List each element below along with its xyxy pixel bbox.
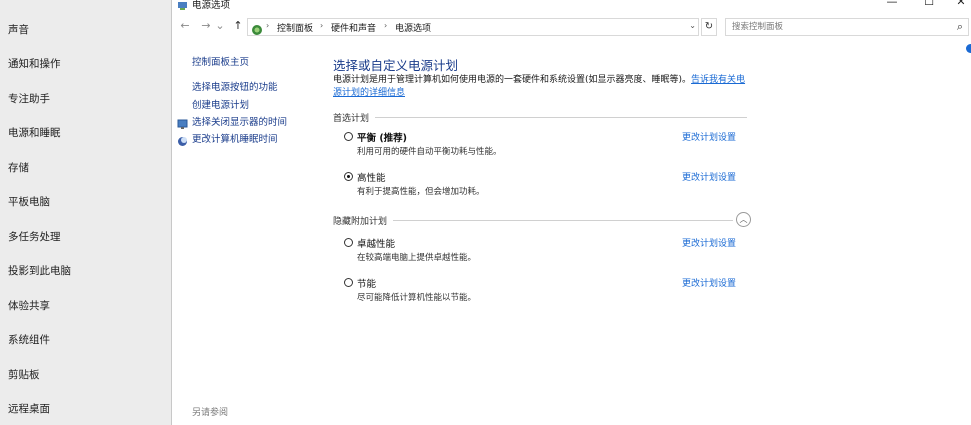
address-path[interactable]: › 控制面板 › 硬件和声音 › 电源选项 ⌄ [247,18,699,36]
plan-balanced-settings-link[interactable]: 更改计划设置 [682,130,736,143]
plan-power-saver: 节能 尽可能降低计算机性能以节能。 更改计划设置 [344,276,744,306]
settings-nav-system-components[interactable]: 系统组件 [8,332,50,347]
settings-nav-multitasking[interactable]: 多任务处理 [8,229,61,244]
settings-nav-tablet[interactable]: 平板电脑 [8,194,50,209]
task-pane: 控制面板主页 选择电源按钮的功能 创建电源计划 选择关闭显示器的时间 更改计算机… [172,38,322,425]
search-icon[interactable]: ⌕ [957,20,963,34]
plan-ultimate-performance-radio[interactable] [344,238,353,247]
minimize-button[interactable]: — [877,0,907,9]
plan-ultimate-performance-settings-link[interactable]: 更改计划设置 [682,236,736,249]
sleep-time-link[interactable]: 更改计算机睡眠时间 [192,131,278,145]
plan-high-performance-radio[interactable] [344,172,353,181]
plan-high-performance-desc: 有利于提高性能，但会增加功耗。 [357,187,485,197]
settings-sidebar: 声音 通知和操作 专注助手 电源和睡眠 存储 平板电脑 多任务处理 投影到此电脑… [0,0,171,425]
create-power-plan-link[interactable]: 创建电源计划 [192,97,249,111]
breadcrumb-separator: › [266,21,270,30]
control-panel-icon [251,21,263,35]
page-description: 电源计划是用于管理计算机如何使用电源的一套硬件和系统设置(如显示器亮度、睡眠等)… [333,74,753,100]
settings-nav-sound[interactable]: 声音 [8,22,29,37]
plan-power-saver-settings-link[interactable]: 更改计划设置 [682,276,736,289]
power-button-function-link[interactable]: 选择电源按钮的功能 [192,79,278,93]
plan-balanced-radio[interactable] [344,132,353,141]
preferred-plans-header: 首选计划 [333,111,747,124]
divider [333,117,747,118]
see-also-heading: 另请参阅 [192,408,229,418]
address-dropdown-icon[interactable]: ⌄ [689,21,696,30]
preferred-plans-label: 首选计划 [333,111,376,124]
settings-nav-focus-assist[interactable]: 专注助手 [8,91,50,106]
up-arrow-icon[interactable]: ↑ [231,19,245,32]
forward-arrow-icon[interactable]: → [199,19,213,32]
plan-ultimate-performance: 卓越性能 在较高端电脑上提供卓越性能。 更改计划设置 [344,236,744,266]
display-icon [177,115,188,129]
settings-nav-remote-desktop[interactable]: 远程桌面 [8,401,50,416]
search-input[interactable] [732,20,947,34]
power-options-window: 电源选项 — ☐ ✕ ← → ⌄ ↑ › 控制面板 › 硬件和声音 › 电源选项… [171,0,971,425]
close-button[interactable]: ✕ [946,0,971,9]
plan-balanced: 平衡 (推荐) 利用可用的硬件自动平衡功耗与性能。 更改计划设置 [344,130,744,160]
plan-ultimate-performance-label[interactable]: 卓越性能 [357,236,395,250]
edge-indicator [966,44,971,53]
plan-balanced-desc: 利用可用的硬件自动平衡功耗与性能。 [357,147,502,157]
recent-locations-icon[interactable]: ⌄ [213,19,227,32]
address-bar: ← → ⌄ ↑ › 控制面板 › 硬件和声音 › 电源选项 ⌄ ↻ ⌕ [172,16,971,38]
settings-nav-clipboard[interactable]: 剪贴板 [8,367,40,382]
search-box: ⌕ [725,18,969,36]
hidden-plans-header: 隐藏附加计划 [333,214,747,227]
back-arrow-icon[interactable]: ← [178,19,192,32]
settings-nav-shared-experiences[interactable]: 体验共享 [8,298,50,313]
breadcrumb-separator: › [384,21,388,30]
window-title: 电源选项 [192,0,231,11]
hidden-plans-label: 隐藏附加计划 [333,214,394,227]
description-text: 电源计划是用于管理计算机如何使用电源的一套硬件和系统设置(如显示器亮度、睡眠等)… [333,75,692,85]
settings-nav-storage[interactable]: 存储 [8,160,29,175]
breadcrumb-hardware-sound[interactable]: 硬件和声音 [331,21,376,34]
plan-ultimate-performance-desc: 在较高端电脑上提供卓越性能。 [357,253,477,263]
title-bar: 电源选项 — ☐ ✕ [172,0,971,12]
plan-power-saver-desc: 尽可能降低计算机性能以节能。 [357,293,477,303]
settings-nav-power-sleep[interactable]: 电源和睡眠 [8,125,61,140]
plan-balanced-label[interactable]: 平衡 (推荐) [357,130,407,144]
plan-power-saver-radio[interactable] [344,278,353,287]
collapse-chevron-icon[interactable]: ︿ [736,212,751,227]
breadcrumb-power-options[interactable]: 电源选项 [395,21,431,34]
settings-nav-notifications[interactable]: 通知和操作 [8,56,61,71]
maximize-button[interactable]: ☐ [914,0,944,9]
breadcrumb-separator: › [320,21,324,30]
page-title: 选择或自定义电源计划 [333,58,459,73]
plan-power-saver-label[interactable]: 节能 [357,276,376,290]
plan-high-performance: 高性能 有利于提高性能，但会增加功耗。 更改计划设置 [344,170,744,200]
settings-nav-projecting[interactable]: 投影到此电脑 [8,263,71,278]
power-options-icon [177,0,188,10]
refresh-icon[interactable]: ↻ [701,18,717,36]
plan-high-performance-settings-link[interactable]: 更改计划设置 [682,170,736,183]
control-panel-home-link[interactable]: 控制面板主页 [192,54,249,68]
breadcrumb-control-panel[interactable]: 控制面板 [277,21,313,34]
plan-high-performance-label[interactable]: 高性能 [357,170,386,184]
sleep-icon [177,132,188,146]
display-off-time-link[interactable]: 选择关闭显示器的时间 [192,114,287,128]
